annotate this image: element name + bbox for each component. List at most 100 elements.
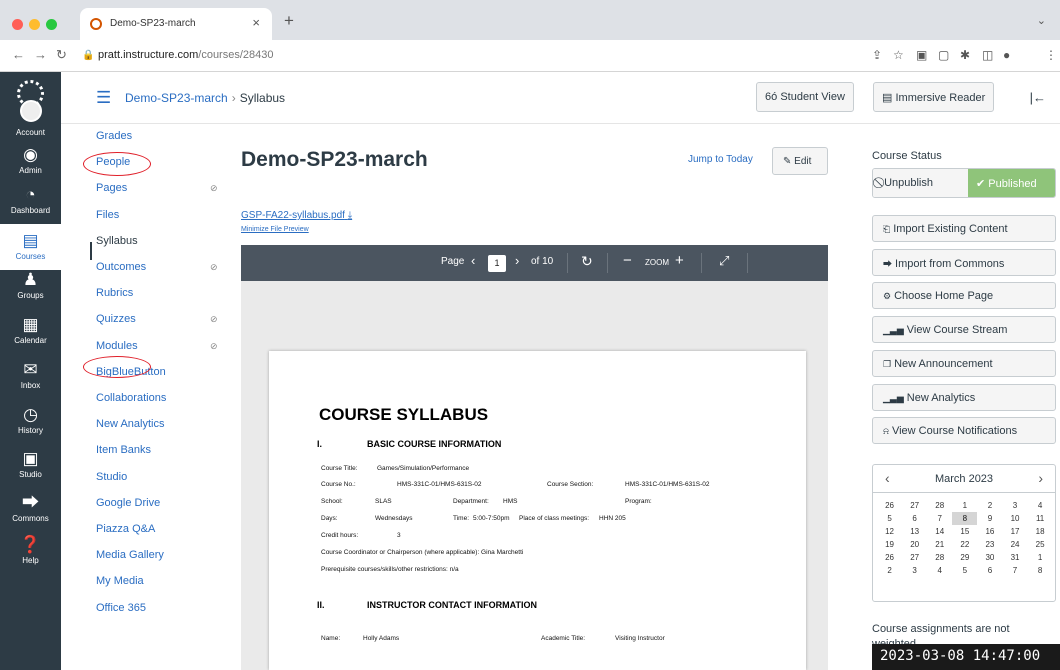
calendar-day[interactable]: 2 <box>977 499 1002 512</box>
calendar-day[interactable]: 18 <box>1028 525 1053 538</box>
hidden-eye-icon[interactable]: ⊘ <box>210 341 218 352</box>
immersive-reader-button[interactable]: ▤ Immersive Reader <box>873 82 995 112</box>
course-nav-quizzes[interactable]: Quizzes <box>96 313 136 325</box>
global-nav-account[interactable]: Account <box>0 98 61 137</box>
import-existing-content-button[interactable]: ⎗ Import Existing Content <box>872 215 1056 242</box>
unpublish-button[interactable]: ⃠ Unpublish <box>873 169 968 197</box>
url-field[interactable]: pratt.instructure.com/courses/28430 <box>98 49 273 61</box>
calendar-day[interactable]: 17 <box>1002 525 1027 538</box>
calendar-day[interactable]: 8 <box>952 512 978 525</box>
calendar-day[interactable]: 15 <box>952 525 977 538</box>
lock-icon[interactable]: 🔒 <box>82 50 94 61</box>
next-month-icon[interactable]: › <box>1038 470 1043 486</box>
course-nav-syllabus[interactable]: Syllabus <box>96 235 138 247</box>
global-nav-history[interactable]: ◷ History <box>0 403 61 439</box>
global-nav-calendar[interactable]: ▦ Calendar <box>0 313 61 349</box>
calendar-day[interactable]: 2 <box>877 564 902 577</box>
calendar-day[interactable]: 4 <box>1028 499 1053 512</box>
course-nav-item-banks[interactable]: Item Banks <box>96 444 151 456</box>
jump-to-today-link[interactable]: Jump to Today <box>688 154 753 165</box>
calendar-day[interactable]: 24 <box>1002 538 1027 551</box>
browser-tab[interactable]: Demo-SP23-march × <box>80 8 272 40</box>
back-arrow-icon[interactable]: ← <box>12 47 25 62</box>
course-nav-google-drive[interactable]: Google Drive <box>96 497 160 509</box>
course-nav-grades[interactable]: Grades <box>96 130 132 142</box>
global-nav-dashboard[interactable]: ◔ Dashboard <box>0 183 61 219</box>
calendar-day[interactable]: 7 <box>927 512 952 525</box>
page-number-input[interactable]: 1 <box>488 255 506 272</box>
course-nav-media-gallery[interactable]: Media Gallery <box>96 549 164 561</box>
calendar-day[interactable]: 28 <box>927 551 952 564</box>
close-window-icon[interactable] <box>12 19 23 30</box>
course-nav-collaborations[interactable]: Collaborations <box>96 392 166 404</box>
calendar-day[interactable]: 8 <box>1028 564 1053 577</box>
sidebar-toggle-icon[interactable]: ◫ <box>982 48 993 62</box>
hamburger-menu-icon[interactable]: ☰ <box>96 88 111 108</box>
new-announcement-button[interactable]: ❐ New Announcement <box>872 349 1056 377</box>
extensions-puzzle-icon[interactable]: ✱ <box>960 48 970 62</box>
calendar-day[interactable]: 27 <box>902 551 927 564</box>
calendar-day[interactable]: 7 <box>1002 564 1027 577</box>
view-course-notifications-button[interactable]: ⍾ View Course Notifications <box>872 417 1056 445</box>
published-button[interactable]: ✔ Published <box>968 169 1055 197</box>
hidden-eye-icon[interactable]: ⊘ <box>210 314 218 325</box>
course-nav-studio[interactable]: Studio <box>96 471 127 483</box>
profile-icon[interactable]: ● <box>1003 48 1010 62</box>
course-nav-piazza-q-a[interactable]: Piazza Q&A <box>96 523 155 535</box>
calendar-day[interactable]: 29 <box>952 551 977 564</box>
calendar-day[interactable]: 5 <box>877 512 902 525</box>
calendar-day[interactable]: 23 <box>977 538 1002 551</box>
global-nav-inbox[interactable]: ✉ Inbox <box>0 358 61 394</box>
bookmark-star-icon[interactable]: ☆ <box>893 48 904 62</box>
calendar-day[interactable]: 26 <box>877 551 902 564</box>
minimize-window-icon[interactable] <box>29 19 40 30</box>
course-nav-outcomes[interactable]: Outcomes <box>96 261 146 273</box>
collapse-sidebar-icon[interactable]: |← <box>1030 90 1046 105</box>
calendar-day[interactable]: 21 <box>927 538 952 551</box>
calendar-day[interactable]: 6 <box>902 512 927 525</box>
calendar-day[interactable]: 1 <box>952 499 977 512</box>
calendar-day[interactable]: 25 <box>1028 538 1053 551</box>
calendar-day[interactable]: 3 <box>1002 499 1027 512</box>
course-nav-my-media[interactable]: My Media <box>96 575 144 587</box>
fullscreen-icon[interactable]: ⤢ <box>719 253 729 269</box>
course-nav-office-365[interactable]: Office 365 <box>96 602 146 614</box>
rotate-icon[interactable]: ↻ <box>581 253 593 270</box>
extension-icon-1[interactable]: ▣ <box>916 48 927 62</box>
global-nav-courses[interactable]: ▤ Courses <box>0 224 61 270</box>
course-nav-pages[interactable]: Pages <box>96 182 127 194</box>
global-nav-groups[interactable]: ♟ Groups <box>0 268 61 304</box>
share-icon[interactable]: ⇪ <box>872 48 882 62</box>
pdf-viewer[interactable]: Page ‹ 1 › of 10 ↻ − ZOOM + ⤢ COURSE SYL… <box>241 245 828 670</box>
hidden-eye-icon[interactable]: ⊘ <box>210 183 218 194</box>
calendar-day[interactable]: 14 <box>927 525 952 538</box>
global-nav-help[interactable]: ❓ Help <box>0 533 61 569</box>
download-icon[interactable]: ⤓ <box>348 210 352 221</box>
calendar-day[interactable]: 19 <box>877 538 902 551</box>
calendar-day[interactable]: 22 <box>952 538 977 551</box>
calendar-day[interactable]: 30 <box>977 551 1002 564</box>
global-nav-admin[interactable]: ◉ Admin <box>0 143 61 179</box>
course-nav-rubrics[interactable]: Rubrics <box>96 287 133 299</box>
new-tab-icon[interactable]: + <box>284 11 294 31</box>
calendar-day[interactable]: 1 <box>1028 551 1053 564</box>
view-course-stream-button[interactable]: ▁▃▅ View Course Stream <box>872 316 1056 344</box>
course-nav-files[interactable]: Files <box>96 209 119 221</box>
minimize-file-preview-link[interactable]: Minimize File Preview <box>241 226 309 233</box>
calendar-day[interactable]: 6 <box>977 564 1002 577</box>
zoom-window-icon[interactable] <box>46 19 57 30</box>
student-view-button[interactable]: 6ó Student View <box>756 82 854 112</box>
choose-home-page-button[interactable]: ⚙ Choose Home Page <box>872 282 1056 310</box>
calendar-day[interactable]: 13 <box>902 525 927 538</box>
calendar-day[interactable]: 26 <box>877 499 902 512</box>
global-nav-studio[interactable]: ▣ Studio <box>0 447 61 483</box>
browser-menu-icon[interactable]: ⋮ <box>1045 48 1057 62</box>
calendar-day[interactable]: 9 <box>977 512 1002 525</box>
previous-page-icon[interactable]: ‹ <box>471 253 475 268</box>
import-from-commons-button[interactable]: ⮕ Import from Commons <box>872 248 1056 276</box>
global-nav-commons[interactable]: ⮕ Commons <box>0 491 61 527</box>
calendar-day[interactable]: 11 <box>1028 512 1053 525</box>
forward-arrow-icon[interactable]: → <box>34 47 47 62</box>
reload-icon[interactable]: ↻ <box>56 47 67 63</box>
calendar-day[interactable]: 20 <box>902 538 927 551</box>
